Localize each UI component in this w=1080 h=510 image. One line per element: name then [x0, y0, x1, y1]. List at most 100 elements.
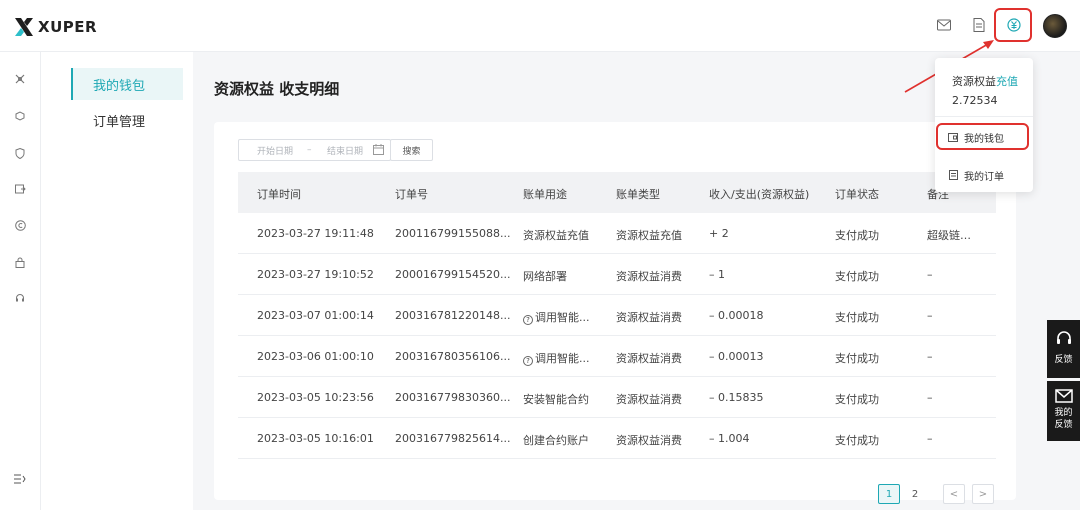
x-logo-icon — [15, 18, 33, 36]
date-range-picker[interactable]: 开始日期 – 结束日期 — [238, 139, 391, 161]
table-row: 2023-03-05 10:23:56 200316779830360... 安装智… — [238, 377, 996, 418]
my-feedback-label-line1: 我的 — [1054, 408, 1073, 418]
avatar[interactable] — [1043, 14, 1067, 38]
order-number-cell: 200316779825614... — [395, 432, 517, 445]
amount-cell-text: – 0.00013 — [709, 350, 764, 363]
order-number-cell-text: 200116799155088... — [395, 227, 511, 240]
table-row: 2023-03-06 01:00:10 200316780356106...? 调用… — [238, 336, 996, 377]
resource-rights-label: 资源权益 — [952, 75, 996, 88]
amount-cell-text: – 1.004 — [709, 432, 750, 445]
highlight-box — [936, 123, 1029, 150]
cube-icon[interactable] — [13, 109, 27, 123]
order-number-cell-text: 200316779830360... — [395, 391, 511, 404]
feedback-button[interactable]: 反馈 — [1047, 320, 1080, 378]
brand-logo[interactable]: XUPER — [14, 16, 97, 38]
document-icon[interactable] — [968, 14, 990, 36]
amount-cell: – 0.00013 — [709, 350, 819, 363]
prev-page-button[interactable]: < — [943, 484, 965, 504]
submenu-item-wallet[interactable]: 我的钱包 — [71, 68, 183, 100]
dropdown-item-label: 我的订单 — [964, 171, 1004, 183]
headset-icon — [1056, 331, 1071, 344]
order-time-cell: 2023-03-06 01:00:10 — [257, 350, 377, 363]
bill-type-cell-text: 资源权益消费 — [616, 270, 682, 283]
note-cell: 超级链… — [927, 227, 992, 243]
order-status-cell: 支付成功 — [835, 432, 915, 448]
order-number-cell: 200016799154520... — [395, 268, 517, 281]
date-separator: – — [307, 145, 312, 155]
grid-icon[interactable] — [13, 72, 27, 86]
order-time-cell: 2023-03-07 01:00:14 — [257, 309, 377, 322]
amount-cell: + 2 — [709, 227, 819, 240]
mail-icon[interactable] — [933, 14, 955, 36]
submenu-item-orders[interactable]: 订单管理 — [71, 104, 183, 136]
calendar-icon[interactable] — [373, 144, 384, 158]
order-time-cell: 2023-03-27 19:11:48 — [257, 227, 377, 240]
help-icon[interactable]: ? — [523, 356, 533, 366]
bill-type-cell-text: 资源权益充值 — [616, 229, 682, 242]
note-cell-text: 超级链… — [927, 229, 971, 242]
column-header: 订单时间 — [257, 188, 301, 201]
recharge-link[interactable]: 充值 — [996, 75, 1018, 88]
shield-icon[interactable] — [13, 146, 27, 160]
order-number-cell-text: 200316779825614... — [395, 432, 511, 445]
order-icon — [948, 170, 958, 180]
copyright-icon[interactable] — [13, 218, 27, 232]
feedback-label: 反馈 — [1054, 355, 1073, 365]
lock-icon[interactable] — [13, 255, 27, 269]
page-button[interactable]: 1 — [878, 484, 900, 504]
column-header: 账单用途 — [523, 188, 567, 201]
order-number-cell: 200316781220148... — [395, 309, 517, 322]
bill-type-cell: 资源权益消费 — [616, 268, 701, 284]
order-status-cell: 支付成功 — [835, 350, 915, 366]
bill-purpose-cell: ? 调用智能... — [523, 309, 608, 325]
dropdown-title: 资源权益充值 — [952, 73, 1018, 89]
order-number-cell-text: 200316781220148... — [395, 309, 511, 322]
balance-value: 2.72534 — [952, 94, 998, 107]
order-time-cell-text: 2023-03-27 19:11:48 — [257, 227, 374, 240]
bill-type-cell: 资源权益消费 — [616, 432, 701, 448]
order-time-cell-text: 2023-03-06 01:00:10 — [257, 350, 374, 363]
help-icon[interactable]: ? — [523, 315, 533, 325]
column-header: 账单类型 — [616, 188, 660, 201]
bill-type-cell-text: 资源权益消费 — [616, 393, 682, 406]
note-cell-text: – — [927, 309, 933, 322]
bill-type-cell: 资源权益消费 — [616, 309, 701, 325]
collapse-icon[interactable] — [13, 472, 27, 486]
bill-type-cell: 资源权益消费 — [616, 391, 701, 407]
note-cell: – — [927, 309, 992, 322]
order-status-cell-text: 支付成功 — [835, 434, 879, 447]
note-cell-text: – — [927, 268, 933, 281]
bill-purpose-cell: 资源权益充值 — [523, 227, 608, 243]
dropdown-item-orders[interactable]: 我的订单 — [948, 166, 1028, 184]
bill-purpose-cell: 网络部署 — [523, 268, 608, 284]
column-header: 订单状态 — [835, 188, 879, 201]
order-time-cell: 2023-03-05 10:23:56 — [257, 391, 377, 404]
bill-purpose-cell-text: 调用智能... — [535, 311, 590, 324]
transactions-card: 开始日期 – 结束日期 搜索 订单时间 订单号 账单用途 账单类型 收入/支出(… — [214, 122, 1016, 504]
headset-icon[interactable] — [13, 291, 27, 305]
order-status-cell: 支付成功 — [835, 391, 915, 407]
order-status-cell: 支付成功 — [835, 268, 915, 284]
card-icon[interactable] — [13, 182, 27, 196]
search-button[interactable]: 搜索 — [390, 139, 433, 161]
amount-cell-text: – 0.15835 — [709, 391, 764, 404]
order-status-cell-text: 支付成功 — [835, 229, 879, 242]
order-status-cell: 支付成功 — [835, 309, 915, 325]
amount-cell-text: + 2 — [709, 227, 729, 240]
order-status-cell-text: 支付成功 — [835, 270, 879, 283]
page-button[interactable]: 2 — [904, 484, 926, 504]
order-status-cell-text: 支付成功 — [835, 352, 879, 365]
note-cell: – — [927, 391, 992, 404]
bill-type-cell-text: 资源权益消费 — [616, 434, 682, 447]
end-date-input[interactable]: 结束日期 — [327, 144, 363, 157]
note-cell: – — [927, 268, 992, 281]
start-date-input[interactable]: 开始日期 — [257, 144, 293, 157]
bill-purpose-cell: ? 调用智能... — [523, 350, 608, 366]
my-feedback-button[interactable]: 我的 反馈 — [1047, 381, 1080, 441]
note-cell: – — [927, 432, 992, 445]
amount-cell: – 1.004 — [709, 432, 819, 445]
next-page-button[interactable]: > — [972, 484, 994, 504]
page-title: 资源权益 收支明细 — [214, 80, 340, 98]
order-time-cell-text: 2023-03-27 19:10:52 — [257, 268, 374, 281]
bill-purpose-cell-text: 创建合约账户 — [523, 434, 589, 447]
